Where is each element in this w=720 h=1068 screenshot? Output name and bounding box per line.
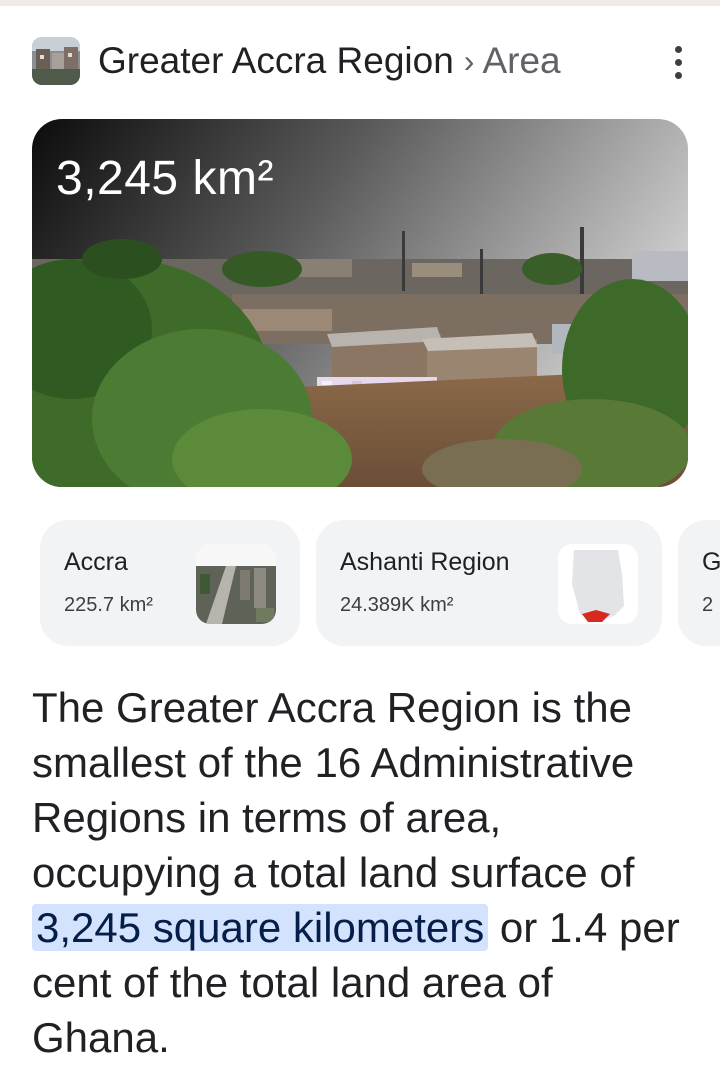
card-title: Ashanti Region xyxy=(340,548,510,576)
top-divider xyxy=(0,0,720,6)
area-value: 3,245 km² xyxy=(56,152,274,205)
hero-image-card[interactable]: 3,245 km² xyxy=(32,119,688,487)
card-accra[interactable]: Accra 225.7 km² xyxy=(40,520,300,646)
card-title: G xyxy=(702,548,720,576)
breadcrumb-title[interactable]: Greater Accra Region xyxy=(98,36,454,86)
highlighted-answer: 3,245 square kilometers xyxy=(32,904,489,951)
card-value: 225.7 km² xyxy=(64,594,153,616)
breadcrumb: Greater Accra Region › Area xyxy=(98,36,561,86)
card-title: Accra xyxy=(64,548,128,576)
accra-aerial-image xyxy=(196,544,276,624)
more-options-icon[interactable] xyxy=(664,40,692,84)
card-next-region[interactable]: G 2 xyxy=(678,520,720,646)
card-value: 2 xyxy=(702,594,714,616)
breadcrumb-header: Greater Accra Region › Area xyxy=(32,34,692,88)
card-ashanti-region[interactable]: Ashanti Region 24.389K km² xyxy=(316,520,662,646)
breadcrumb-separator: › xyxy=(463,43,475,79)
description-before: The Greater Accra Region is the smallest… xyxy=(32,684,635,896)
related-regions-carousel[interactable]: Accra 225.7 km² Ashanti Region 24.389K k… xyxy=(40,520,720,646)
card-value: 24.389K km² xyxy=(340,594,454,616)
description-text: The Greater Accra Region is the smallest… xyxy=(32,680,692,1065)
ghana-map-image xyxy=(558,544,638,624)
breadcrumb-subtitle[interactable]: Area xyxy=(482,36,560,86)
city-thumbnail-icon[interactable] xyxy=(32,37,80,85)
